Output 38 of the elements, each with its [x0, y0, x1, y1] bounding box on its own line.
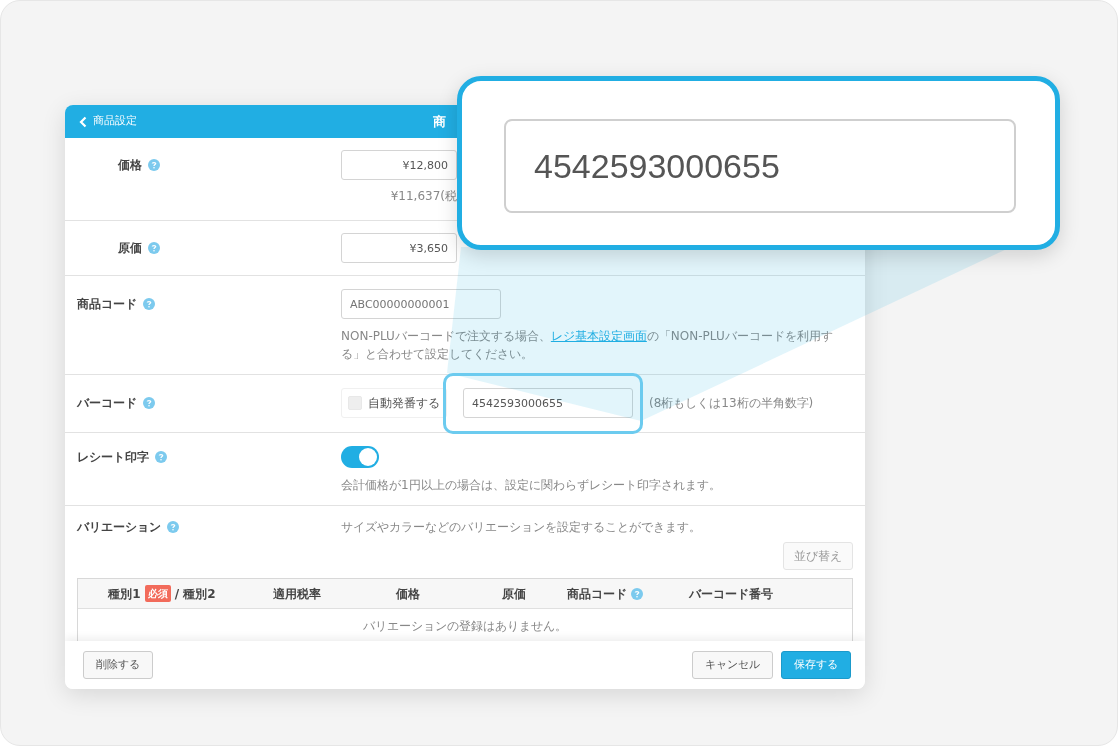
help-icon[interactable] [148, 159, 160, 171]
help-text: 会計価格が1円以上の場合は、設定に関わらずレシート印字されます。 [341, 477, 722, 494]
auto-number-checkbox[interactable]: 自動発番する [341, 388, 447, 418]
receipt-toggle[interactable] [341, 446, 379, 468]
field-label: 価格 [118, 157, 142, 174]
field-label: 商品コード [77, 296, 137, 313]
field-label: レシート印字 [77, 449, 149, 466]
column-header: 適用税率 [273, 585, 321, 603]
field-label: バーコード [77, 395, 137, 412]
help-icon[interactable] [167, 521, 179, 533]
tax-note: ¥11,637(税 [389, 188, 457, 205]
column-header: 種別1 [108, 585, 141, 603]
column-header: 価格 [396, 585, 420, 603]
field-label: 原価 [118, 240, 142, 257]
help-icon[interactable] [155, 451, 167, 463]
column-header: バーコード番号 [689, 585, 773, 603]
help-icon[interactable] [631, 587, 643, 600]
hint-text: (8桁もしくは13桁の半角数字) [649, 395, 814, 412]
window-title: 商 [433, 112, 446, 131]
required-badge: 必須 [144, 585, 171, 602]
field-label: バリエーション [77, 519, 161, 536]
help-text: NON-PLUバーコードで注文する場合、レジ基本設定画面の「NON-PLUバーコードを利用する」と合わせて設定してください。 [341, 328, 834, 363]
help-icon[interactable] [143, 298, 155, 310]
column-header: / 種別2 [174, 585, 216, 603]
barcode-input[interactable]: 4542593000655 [463, 388, 633, 418]
empty-message: バリエーションの登録はありません。 [362, 618, 568, 635]
product-code-input[interactable]: ABC00000000001 [341, 289, 501, 319]
help-icon[interactable] [143, 397, 155, 409]
help-icon[interactable] [148, 242, 160, 254]
description-text: サイズやカラーなどのバリエーションを設定することができます。 [341, 519, 702, 536]
price-input[interactable]: ¥12,800 [341, 150, 457, 180]
price-input[interactable]: ¥3,650 [341, 233, 457, 263]
back-chevron-icon [79, 115, 87, 128]
column-header: 商品コード [567, 585, 627, 603]
column-header: 原価 [502, 585, 526, 603]
cancel-button[interactable]: キャンセル [692, 651, 773, 679]
delete-button[interactable]: 削除する [83, 651, 153, 679]
zoomed-barcode-field[interactable]: 4542593000655 [504, 119, 1016, 213]
